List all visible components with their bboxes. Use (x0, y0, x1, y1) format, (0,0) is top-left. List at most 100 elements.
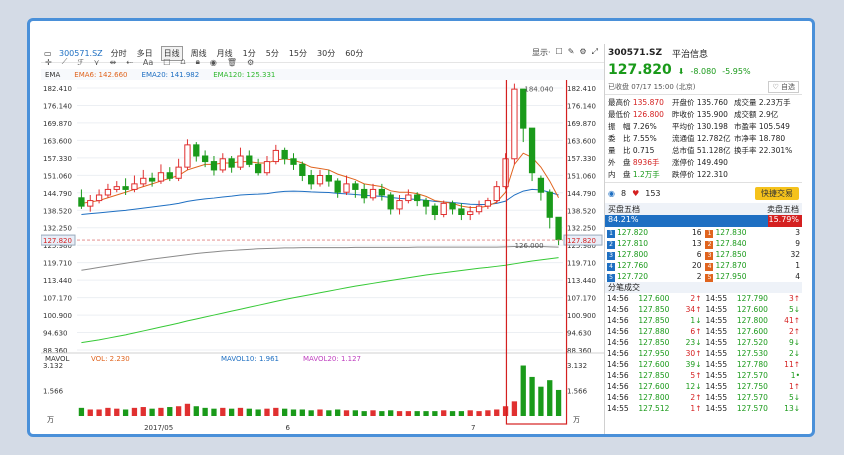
eye-icon[interactable]: ◉ (608, 189, 615, 198)
text-tool-icon[interactable]: Aa (143, 58, 153, 67)
tick-price: 127.850 (638, 338, 670, 347)
volume-bar (246, 408, 252, 416)
tick-volume: 2↑ (690, 294, 702, 303)
orderbook-row[interactable]: 4 127.760 20 4 127.870 1 (605, 260, 802, 271)
stat-cell: 成交额 2.9亿 (734, 109, 804, 120)
stat-cell: 市净率 18.780 (734, 133, 804, 144)
orderbook-row[interactable]: 5 127.720 2 5 127.950 4 (605, 271, 802, 282)
lock-icon[interactable]: 🔒︎ (196, 57, 200, 67)
volume-bar (317, 409, 323, 416)
quote-panel: 300571.SZ 平治信息 127.820 ⬇ -8.080 -5.95% 已… (604, 44, 804, 434)
candle-body (272, 149, 279, 163)
ema-label[interactable]: EMA (41, 71, 60, 79)
quick-trade-button[interactable]: 快捷交易 (755, 186, 799, 200)
mavol20-value: MAVOL20: 1.127 (303, 355, 361, 363)
orderbook-row[interactable]: 3 127.800 6 3 127.850 32 (605, 249, 802, 260)
measure-tool-icon[interactable]: ⇹ (109, 58, 116, 67)
tick-volume: 30↑ (685, 349, 702, 358)
low-annotation: 126.000 (515, 242, 544, 250)
candle-body (201, 155, 209, 163)
vol-tick-label-right: 3.132 (567, 362, 587, 370)
tick-price: 127.600 (638, 382, 670, 391)
settings-icon[interactable]: ⚙ (247, 58, 254, 67)
stat-value: 1.2万手 (630, 170, 660, 179)
price-change-pct: -5.95% (722, 67, 751, 76)
stat-label: 外 盘 (608, 158, 631, 167)
tick-volume: 34↑ (685, 305, 702, 314)
tick-price: 127.950 (638, 349, 670, 358)
stat-value: 12.782亿 (694, 134, 731, 143)
candle-body (104, 188, 112, 196)
y-tick-label-left: 176.140 (43, 102, 72, 110)
pattern-tool-icon[interactable]: ⋎ (94, 58, 100, 67)
y-tick-label-left: 100.900 (43, 312, 72, 320)
candle-body (361, 188, 368, 199)
orderbook-ask: 4 127.870 (703, 260, 779, 271)
orderbook-bid: 1 127.820 (605, 227, 681, 238)
stat-cell: 最低价 126.800 (608, 109, 672, 120)
ema120-line (81, 257, 559, 344)
tick-time: 14:55 (705, 338, 728, 347)
cursor-icon[interactable]: ✛ (45, 58, 52, 67)
stat-cell: 跌停价 122.310 (672, 169, 734, 180)
arrow-tool-icon[interactable]: ⇠ (126, 58, 133, 67)
stat-cell: 总市值 51.128亿 (672, 145, 734, 156)
vol-value: VOL: 2.230 (91, 355, 130, 363)
tick-row: 14:56 127.600 39↓ 14:55 127.780 11↑ (605, 359, 802, 370)
stat-value: 7.55% (630, 134, 657, 143)
ema20-value: EMA20: 141.982 (141, 70, 200, 79)
magnet-icon[interactable]: ⩍ (180, 57, 185, 67)
stat-value: 135.760 (694, 98, 728, 107)
volume-bar (167, 407, 173, 416)
candle-body (511, 88, 518, 160)
volume-bar (529, 376, 535, 416)
stat-value: 51.128亿 (694, 146, 731, 155)
stat-label: 委 比 (608, 134, 631, 143)
tick-row: 14:56 127.600 2↑ 14:55 127.790 3↑ (605, 293, 802, 304)
tick-time: 14:55 (705, 349, 728, 358)
fib-tool-icon[interactable]: ℱ (77, 58, 83, 67)
stat-label: 总市值 (672, 146, 695, 155)
screenshot-frame: ▭ 300571.SZ 分时 多日 日线 周线 月线 1分 5分 15分 30分… (27, 18, 815, 437)
stat-label: 市净率 (734, 134, 757, 143)
tick-time: 14:55 (705, 371, 728, 380)
stat-value: 126.800 (630, 110, 664, 119)
volume-bar (388, 410, 394, 416)
y-tick-label-right: 100.900 (567, 312, 596, 320)
vol-tick-label-left: 3.132 (43, 362, 63, 370)
watcher-count: 8 (620, 188, 627, 198)
volume-bar (105, 407, 111, 416)
y-tick-label-left: 138.520 (43, 207, 72, 215)
stat-cell: 委 比 7.55% (608, 133, 672, 144)
candle-body (528, 127, 536, 174)
orderbook-ask: 3 127.850 (703, 249, 779, 260)
candlestick-chart[interactable]: 182.410 182.410 176.140 176.140 169.870 169.8… (41, 80, 604, 437)
candle-body (387, 194, 394, 210)
stat-cell (734, 169, 804, 180)
vol-unit-right: 万 (573, 416, 580, 424)
volume-bar (547, 380, 553, 416)
trash-icon[interactable]: 🗑︎ (227, 58, 237, 67)
volume-bar (370, 410, 376, 416)
candle-body (210, 161, 218, 171)
tick-time: 14:56 (607, 371, 629, 380)
tick-time: 14:55 (705, 316, 728, 325)
y-tick-label-right: 88.360 (567, 347, 592, 355)
line-tool-icon[interactable]: ⟋ (62, 57, 68, 67)
note-tool-icon[interactable]: ☐ (163, 58, 170, 67)
y-tick-label-left: 169.870 (43, 120, 72, 128)
tick-time: 14:56 (607, 316, 629, 325)
orderbook-row[interactable]: 2 127.810 13 2 127.840 9 (605, 238, 802, 249)
volume-bar (114, 408, 120, 416)
tick-volume: 9↓ (788, 338, 800, 347)
candle-body (396, 200, 403, 210)
candle-body (369, 188, 377, 199)
orderbook-row[interactable]: 1 127.820 16 1 127.830 3 (605, 227, 802, 238)
candle-body (431, 205, 439, 216)
heart-icon[interactable]: ♥ (632, 189, 639, 198)
tick-volume: 39↓ (685, 360, 702, 369)
watchlist-button[interactable]: ♡ 自选 (768, 81, 799, 93)
eye-icon[interactable]: ◉ (210, 58, 217, 67)
quote-name: 平治信息 (672, 49, 709, 60)
volume-bar (308, 410, 314, 416)
